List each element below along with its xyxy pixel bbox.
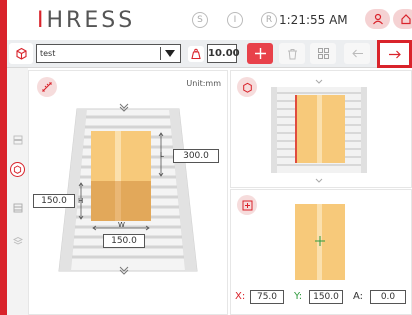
- product-select-value: test: [40, 49, 56, 58]
- mode-s-button[interactable]: S: [192, 12, 208, 28]
- trash-icon: [287, 48, 297, 59]
- product-select[interactable]: test: [36, 44, 181, 63]
- length-input[interactable]: 300.0: [173, 149, 219, 163]
- chevron-down-icon: [160, 47, 178, 60]
- grid-button[interactable]: [310, 43, 336, 64]
- y-label: Y:: [294, 291, 303, 302]
- y-input[interactable]: 150.0: [309, 290, 343, 304]
- arrow-right-icon: [388, 50, 401, 58]
- height-label: H: [78, 197, 84, 205]
- layer-sidebar: [7, 68, 28, 315]
- weight-input[interactable]: 10.00: [207, 44, 240, 63]
- box-dimension-panel: Unit:mm L 300.0 H 150.0 W 150.0: [28, 70, 228, 315]
- add-button[interactable]: [247, 43, 273, 64]
- clock-display: 1:21:55 AM: [279, 13, 348, 27]
- delete-button[interactable]: [279, 43, 305, 64]
- pallet-icon[interactable]: [10, 200, 25, 215]
- app-header: IHRESS S I R 1:21:55 AM: [7, 0, 412, 40]
- a-input[interactable]: 0.0: [370, 290, 406, 304]
- next-button[interactable]: [377, 40, 412, 68]
- position-view-panel: X: 75.0 Y: 150.0 A: 0.0: [230, 189, 412, 315]
- app-logo: IHRESS: [37, 8, 136, 33]
- mode-r-button[interactable]: R: [261, 12, 277, 28]
- home-button[interactable]: [393, 9, 412, 29]
- plus-icon: [254, 48, 266, 59]
- box-layer-icon[interactable]: [10, 162, 25, 177]
- length-label: L: [160, 151, 164, 159]
- x-label: X:: [235, 291, 246, 302]
- mode-i-button[interactable]: I: [227, 12, 243, 28]
- stack-icon[interactable]: [10, 233, 25, 248]
- top-view-drawing: [295, 204, 345, 280]
- arrow-left-icon: [351, 49, 363, 58]
- product-icon-box: [9, 43, 33, 64]
- user-icon: [372, 13, 383, 25]
- side-view-panel: [230, 70, 412, 188]
- width-label: W: [118, 221, 125, 229]
- toolbar: test 10.00: [7, 40, 412, 68]
- conveyor-3d-view: [58, 103, 198, 275]
- x-input[interactable]: 75.0: [250, 290, 284, 304]
- user-button[interactable]: [365, 9, 390, 29]
- side-view-drawing: [271, 79, 367, 183]
- grid-icon: [317, 48, 329, 59]
- brand-side-bar: [0, 0, 7, 315]
- box-icon: [15, 47, 27, 60]
- layer-stack-icon[interactable]: [10, 132, 25, 147]
- weight-icon: [188, 46, 204, 62]
- width-input[interactable]: 150.0: [103, 234, 145, 248]
- back-button[interactable]: [344, 43, 370, 64]
- a-label: A:: [353, 291, 364, 302]
- home-icon: [400, 14, 411, 25]
- height-input[interactable]: 150.0: [33, 194, 75, 208]
